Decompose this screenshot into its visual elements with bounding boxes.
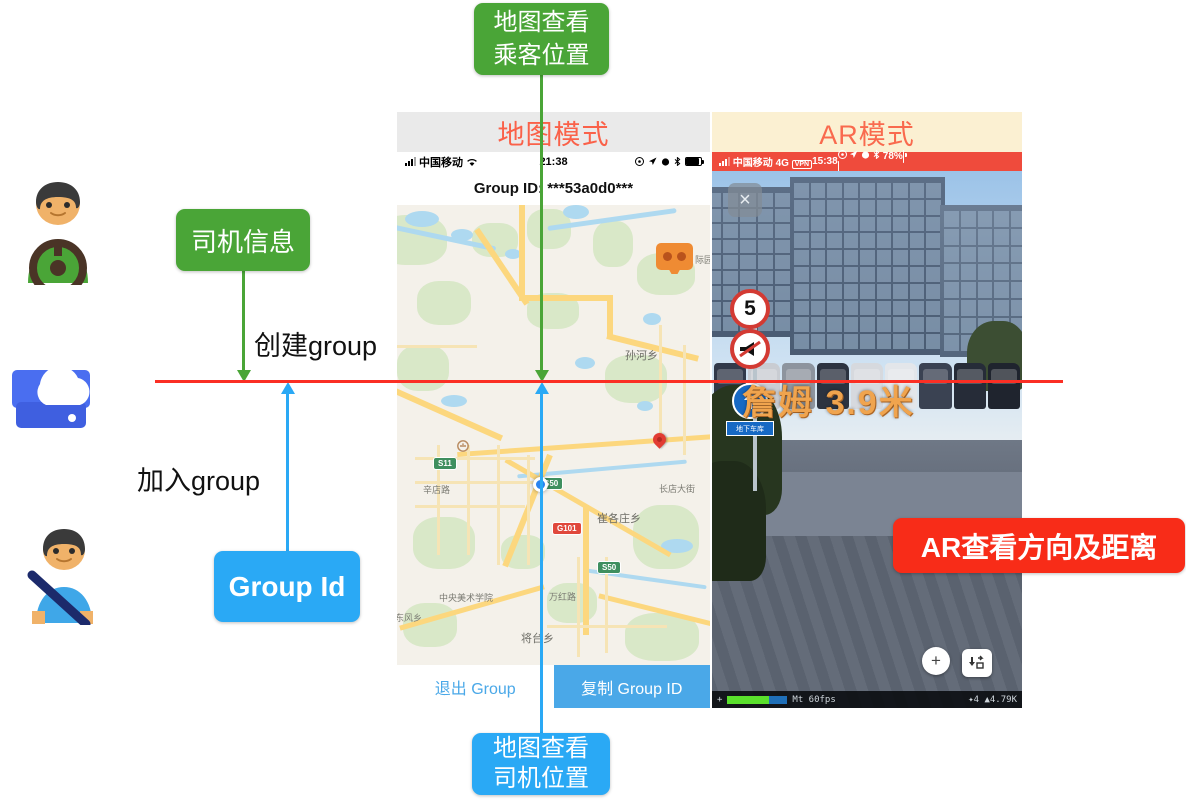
callout-line-1: 地图查看 [493, 9, 590, 36]
ar-camera-view[interactable]: 5 地下车库 詹姆 3.9米 × + + Mt 60fps ✦4 ▲4.79K [712, 171, 1022, 708]
join-group-label: 加入group [137, 466, 261, 496]
group-id-display: Group ID: ***53a0d0*** [397, 171, 710, 205]
callout-ar-direction-distance[interactable]: AR查看方向及距离 [893, 518, 1185, 573]
signal-bars-icon [719, 157, 730, 166]
devbar-stats-label: ✦4 ▲4.79K [968, 694, 1017, 705]
clock-label: 15:38 [812, 156, 838, 167]
network-type-label: 4G [775, 158, 789, 169]
ar-debug-bar: + Mt 60fps ✦4 ▲4.79K [712, 691, 1022, 708]
navigate-icon [969, 655, 984, 669]
leave-group-button[interactable]: 退出 Group [397, 665, 554, 708]
academy-poi-icon [457, 440, 469, 452]
create-group-label: 创建group [254, 331, 378, 361]
signal-bars-icon [405, 157, 416, 166]
building-center [790, 177, 945, 355]
highway-shield: G101 [552, 522, 582, 535]
alarm-icon [661, 158, 670, 166]
ar-close-button[interactable]: × [728, 183, 762, 217]
highway-shield: S11 [433, 457, 457, 470]
location-arrow-icon [850, 150, 858, 158]
map-place-label: 东风乡 [397, 613, 423, 623]
callout-label: 司机信息 [190, 226, 295, 257]
rotation-lock-icon [837, 150, 847, 159]
driver-avatar-icon [15, 180, 101, 297]
vr-cardboard-marker-icon[interactable] [656, 243, 693, 270]
battery-icon [685, 157, 705, 166]
map-place-label: 中央美术学院 [439, 593, 494, 603]
architecture-divider-line [155, 380, 1063, 383]
map-place-label-partial: 际园 [695, 255, 710, 265]
map-place-label: 辛店路 [423, 485, 451, 495]
highway-shield: S50 [597, 561, 622, 574]
map-place-label: 崔各庄乡 [597, 513, 641, 525]
cloud-database-icon [10, 340, 106, 432]
map-action-bar: 退出 Group 复制 Group ID [397, 665, 710, 708]
callout-label: AR查看方向及距离 [920, 531, 1158, 563]
rotation-lock-icon [635, 157, 645, 166]
no-horn-sign-icon [730, 329, 770, 369]
callout-group-id[interactable]: Group Id [214, 551, 360, 622]
devbar-plus: + [717, 694, 723, 705]
ar-add-button[interactable]: + [922, 647, 950, 675]
callout-line-2: 乘客位置 [493, 42, 590, 69]
map-view[interactable]: 孙河乡 崔各庄乡 将台乡 长店大街 辛店路 万红路 中央美术学院 东风乡 S11… [397, 205, 710, 665]
map-place-label: 长店大街 [659, 484, 696, 494]
battery-percent-label: 78% [882, 151, 903, 162]
passenger-avatar-icon [20, 525, 102, 629]
callout-view-passenger-location[interactable]: 地图查看 乘客位置 [474, 3, 609, 75]
bluetooth-icon [873, 149, 880, 160]
carrier-label: 中国移动 [732, 158, 773, 169]
diagram-canvas: 创建group 加入group 地图查看 乘客位置 司机信息 地图查看 司机位置… [0, 0, 1186, 805]
alarm-icon [862, 151, 870, 159]
bluetooth-icon [674, 157, 681, 166]
map-status-bar: 中国移动 21:38 [397, 152, 710, 171]
ar-mode-title: AR模式 [712, 112, 1022, 152]
map-mode-title: 地图模式 [397, 112, 710, 152]
ar-status-bar: 中国移动 4G VPN 15:38 78% [712, 149, 1022, 174]
map-place-label: 万红路 [549, 592, 577, 602]
close-icon: × [739, 188, 751, 211]
carrier-label: 中国移动 [419, 156, 463, 169]
callout-view-driver-location[interactable]: 地图查看 司机位置 [472, 733, 610, 795]
callout-line-2: 司机位置 [493, 765, 589, 792]
clock-label: 21:38 [539, 155, 568, 168]
speed-limit-sign: 5 [730, 289, 770, 329]
ar-navigate-button[interactable] [962, 649, 992, 677]
wifi-icon [467, 158, 477, 166]
callout-label: Group Id [228, 570, 346, 602]
performance-gauge [727, 695, 788, 704]
map-place-label: 将台乡 [521, 633, 554, 645]
map-mode-screenshot: 地图模式 中国移动 21:38 Group ID: ***53a0d0*** 孙… [397, 112, 710, 708]
destination-pin-icon[interactable] [650, 430, 669, 449]
callout-line-1: 地图查看 [493, 735, 589, 762]
copy-group-id-button[interactable]: 复制 Group ID [553, 665, 710, 708]
plus-icon: + [931, 651, 941, 670]
ar-mode-screenshot: AR模式 中国移动 4G VPN 15:38 78% 5 地下车库 詹姆 3.9… [712, 112, 1022, 708]
map-place-label: 孙河乡 [625, 350, 658, 362]
callout-driver-info[interactable]: 司机信息 [176, 209, 310, 271]
devbar-fps-label: Mt 60fps [792, 694, 836, 705]
location-arrow-icon [649, 157, 657, 165]
vpn-badge: VPN [791, 160, 813, 169]
